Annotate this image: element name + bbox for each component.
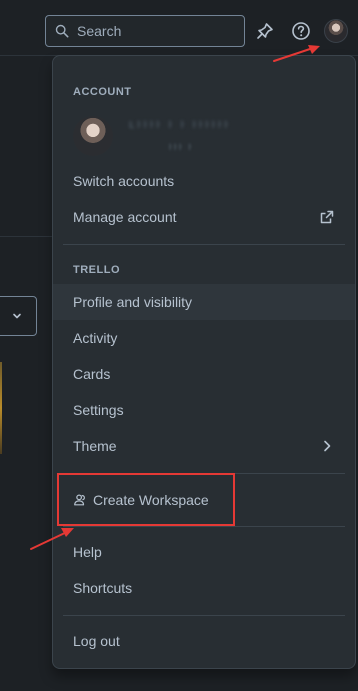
switch-accounts-item[interactable]: Switch accounts (53, 163, 355, 199)
help-item[interactable]: Help (53, 534, 355, 570)
log-out-item[interactable]: Log out (53, 623, 355, 659)
user-avatar-button[interactable] (324, 19, 348, 43)
notifications-icon[interactable] (254, 20, 276, 42)
theme-label: Theme (73, 438, 117, 454)
search-icon (55, 24, 69, 38)
top-navigation-bar (0, 0, 358, 56)
settings-label: Settings (73, 402, 124, 418)
create-workspace-item[interactable]: Create Workspace (53, 482, 355, 518)
account-heading: ACCOUNT (73, 86, 132, 98)
profile-and-visibility-item[interactable]: Profile and visibility (53, 284, 355, 320)
help-label: Help (73, 544, 102, 560)
activity-label: Activity (73, 330, 118, 346)
log-out-label: Log out (73, 633, 120, 649)
switch-accounts-label: Switch accounts (73, 173, 175, 189)
manage-account-label: Manage account (73, 209, 177, 225)
shortcuts-item[interactable]: Shortcuts (53, 570, 355, 606)
theme-item[interactable]: Theme (53, 428, 355, 464)
activity-item[interactable]: Activity (53, 320, 355, 356)
menu-divider (63, 526, 345, 527)
help-icon[interactable] (290, 20, 312, 42)
background-thumbnail-edge (0, 362, 2, 454)
cards-label: Cards (73, 366, 111, 382)
profile-and-visibility-label: Profile and visibility (73, 294, 193, 310)
shortcuts-label: Shortcuts (73, 580, 133, 596)
external-link-icon (320, 210, 334, 224)
account-name: Ŀŀŀŀŀ ŀ ŀ ŀŀŀŀŀŀ (129, 120, 231, 131)
people-icon (74, 494, 85, 506)
search-box[interactable] (45, 15, 245, 47)
settings-item[interactable]: Settings (53, 392, 355, 428)
background-divider (0, 236, 52, 237)
account-menu: ACCOUNT Ŀŀŀŀŀ ŀ ŀ ŀŀŀŀŀŀ ŀŀŀ ŀ Switch ac… (52, 55, 356, 669)
chevron-right-icon (324, 440, 331, 452)
manage-account-item[interactable]: Manage account (53, 199, 355, 235)
account-email: ŀŀŀ ŀ (169, 142, 194, 152)
background-dropdown-button[interactable] (0, 296, 37, 336)
create-workspace-label: Create Workspace (93, 492, 209, 508)
trello-heading: TRELLO (73, 264, 120, 276)
menu-divider (63, 244, 345, 245)
cards-item[interactable]: Cards (53, 356, 355, 392)
search-input[interactable] (77, 23, 227, 39)
chevron-down-icon (12, 313, 21, 319)
profile-avatar (73, 116, 113, 156)
menu-divider (63, 615, 345, 616)
menu-divider (63, 473, 345, 474)
